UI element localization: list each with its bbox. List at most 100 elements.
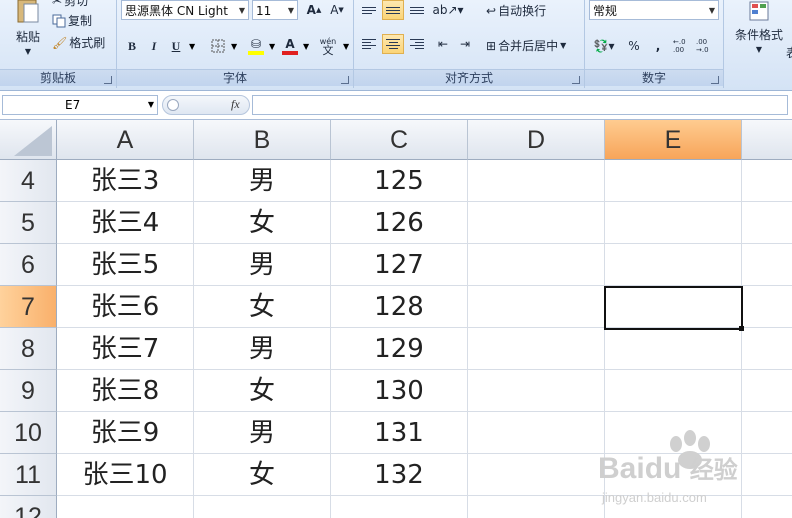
- formula-input[interactable]: [252, 95, 788, 115]
- row-header-7[interactable]: 7: [0, 286, 57, 328]
- cell-c9[interactable]: 130: [331, 370, 468, 412]
- cell-b8[interactable]: 男: [194, 328, 331, 370]
- cell-d9[interactable]: [468, 370, 605, 412]
- conditional-format-button[interactable]: 条件格式 ▼: [730, 0, 788, 54]
- font-size-select[interactable]: 11 ▼: [252, 0, 298, 20]
- row-header-11[interactable]: 11: [0, 454, 57, 496]
- align-middle-button[interactable]: [382, 0, 404, 20]
- cell-e4[interactable]: [605, 160, 742, 202]
- cell-c7[interactable]: 128: [331, 286, 468, 328]
- column-header-c[interactable]: C: [331, 120, 468, 160]
- cell-c4[interactable]: 125: [331, 160, 468, 202]
- cell-b4[interactable]: 男: [194, 160, 331, 202]
- column-header-a[interactable]: A: [57, 120, 194, 160]
- underline-button[interactable]: U: [165, 36, 187, 56]
- select-all-button[interactable]: [0, 120, 57, 160]
- chevron-down-icon[interactable]: ▼: [303, 42, 309, 51]
- row-header-8[interactable]: 8: [0, 328, 57, 370]
- resize-handle-icon[interactable]: [167, 99, 179, 111]
- cell-a11[interactable]: 张三10: [57, 454, 194, 496]
- increase-indent-button[interactable]: ⇥: [454, 34, 476, 54]
- merge-center-button[interactable]: ⊞ 合并后居中 ▼: [486, 37, 566, 54]
- cell-a7[interactable]: 张三6: [57, 286, 194, 328]
- fill-color-button[interactable]: ⛁: [245, 36, 267, 56]
- row-header-6[interactable]: 6: [0, 244, 57, 286]
- cell-a4[interactable]: 张三3: [57, 160, 194, 202]
- cell-e5[interactable]: [605, 202, 742, 244]
- align-right-button[interactable]: [406, 34, 428, 54]
- cell-a6[interactable]: 张三5: [57, 244, 194, 286]
- dialog-launcher-icon[interactable]: [104, 76, 112, 84]
- orientation-button[interactable]: ab↗▾: [432, 0, 463, 20]
- column-header-next[interactable]: [742, 120, 792, 160]
- chevron-down-icon[interactable]: ▼: [343, 42, 349, 51]
- name-box[interactable]: E7 ▼: [2, 95, 158, 115]
- cell-d8[interactable]: [468, 328, 605, 370]
- cell-c11[interactable]: 132: [331, 454, 468, 496]
- cell-f5[interactable]: [742, 202, 792, 244]
- column-header-b[interactable]: B: [194, 120, 331, 160]
- cell-c10[interactable]: 131: [331, 412, 468, 454]
- cell-b5[interactable]: 女: [194, 202, 331, 244]
- chevron-down-icon[interactable]: ▼: [189, 42, 195, 51]
- cell-a5[interactable]: 张三4: [57, 202, 194, 244]
- cell-c6[interactable]: 127: [331, 244, 468, 286]
- fill-handle[interactable]: [739, 326, 744, 331]
- column-header-d[interactable]: D: [468, 120, 605, 160]
- align-center-button[interactable]: [382, 34, 404, 54]
- percent-button[interactable]: %: [623, 36, 645, 56]
- cell-b12[interactable]: [194, 496, 331, 518]
- decrease-font-button[interactable]: A ▼: [326, 0, 348, 20]
- cell-d5[interactable]: [468, 202, 605, 244]
- row-header-12[interactable]: 12: [0, 496, 57, 518]
- cell-f4[interactable]: [742, 160, 792, 202]
- copy-button[interactable]: 复制: [52, 12, 92, 29]
- cell-f7[interactable]: [742, 286, 792, 328]
- cell-b9[interactable]: 女: [194, 370, 331, 412]
- cell-a8[interactable]: 张三7: [57, 328, 194, 370]
- cell-d10[interactable]: [468, 412, 605, 454]
- cell-d6[interactable]: [468, 244, 605, 286]
- cell-d12[interactable]: [468, 496, 605, 518]
- cell-a9[interactable]: 张三8: [57, 370, 194, 412]
- italic-button[interactable]: I: [143, 36, 165, 56]
- dialog-launcher-icon[interactable]: [711, 76, 719, 84]
- paste-button[interactable]: 粘贴 ▼: [10, 0, 46, 56]
- cell-f6[interactable]: [742, 244, 792, 286]
- chevron-down-icon[interactable]: ▼: [269, 42, 275, 51]
- cell-a10[interactable]: 张三9: [57, 412, 194, 454]
- format-painter-button[interactable]: 🖌 格式刷: [52, 34, 105, 51]
- cell-b10[interactable]: 男: [194, 412, 331, 454]
- number-format-select[interactable]: 常规 ▼: [589, 0, 719, 20]
- cell-c5[interactable]: 126: [331, 202, 468, 244]
- cell-e8[interactable]: [605, 328, 742, 370]
- row-header-9[interactable]: 9: [0, 370, 57, 412]
- cell-e6[interactable]: [605, 244, 742, 286]
- cell-d4[interactable]: [468, 160, 605, 202]
- dialog-launcher-icon[interactable]: [572, 76, 580, 84]
- increase-font-button[interactable]: A ▲: [303, 0, 325, 20]
- border-button[interactable]: [207, 36, 229, 56]
- row-header-4[interactable]: 4: [0, 160, 57, 202]
- align-top-button[interactable]: [358, 0, 380, 20]
- cell-d11[interactable]: [468, 454, 605, 496]
- cell-b7[interactable]: 女: [194, 286, 331, 328]
- comma-button[interactable]: ,: [647, 36, 669, 56]
- cell-c12[interactable]: [331, 496, 468, 518]
- decrease-indent-button[interactable]: ⇤: [432, 34, 454, 54]
- active-cell-selection[interactable]: [604, 286, 743, 330]
- cell-b6[interactable]: 男: [194, 244, 331, 286]
- font-name-select[interactable]: 思源黑体 CN Light ▼: [121, 0, 249, 20]
- insert-function-button[interactable]: fx: [231, 97, 240, 112]
- align-bottom-button[interactable]: [406, 0, 428, 20]
- decrease-decimal-button[interactable]: .00 →.0: [696, 36, 718, 56]
- column-header-e[interactable]: E: [605, 120, 742, 160]
- bold-button[interactable]: B: [121, 36, 143, 56]
- cell-c8[interactable]: 129: [331, 328, 468, 370]
- font-color-button[interactable]: A: [279, 36, 301, 56]
- dialog-launcher-icon[interactable]: [341, 76, 349, 84]
- currency-button[interactable]: 💱▾: [589, 36, 619, 56]
- cell-f8[interactable]: [742, 328, 792, 370]
- increase-decimal-button[interactable]: ←.0 .00: [673, 36, 695, 56]
- row-header-10[interactable]: 10: [0, 412, 57, 454]
